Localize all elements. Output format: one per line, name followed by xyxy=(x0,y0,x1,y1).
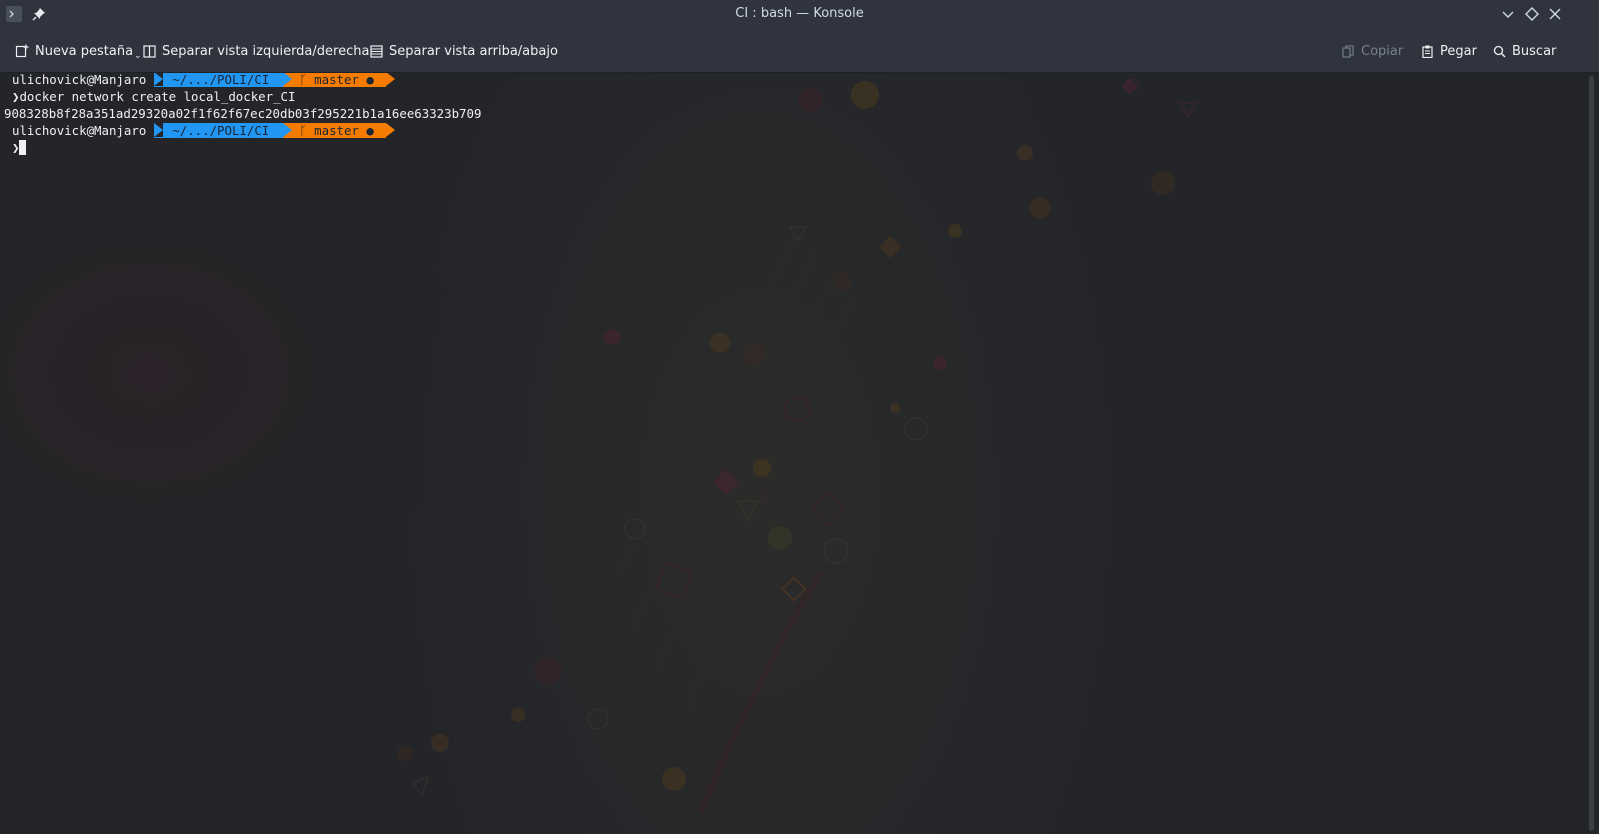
new-tab-button[interactable]: Nueva pestaña ⌄ xyxy=(15,41,142,61)
new-tab-label: Nueva pestaña xyxy=(35,43,134,59)
search-icon xyxy=(1493,45,1506,57)
diamond-icon[interactable] xyxy=(1524,6,1540,22)
split-vertical-icon xyxy=(143,44,156,58)
find-label: Buscar xyxy=(1512,43,1557,59)
terminal-view[interactable]: ulichovick@Manjaro ~/.../POLI/CI ᚴ maste… xyxy=(0,73,1585,834)
input-prompt: ❯ xyxy=(12,140,20,155)
prompt-line: ulichovick@Manjaro ~/.../POLI/CI ᚴ maste… xyxy=(4,122,481,139)
copy-button[interactable]: Copiar xyxy=(1342,41,1403,61)
split-top-bottom-label: Separar vista arriba/abajo xyxy=(389,43,558,59)
input-line[interactable]: ❯ xyxy=(4,139,481,156)
prompt-path-segment: ~/.../POLI/CI xyxy=(154,123,284,138)
chevron-down-icon: ⌄ xyxy=(134,51,142,61)
text-cursor xyxy=(19,140,27,155)
title-bar: CI : bash — Konsole xyxy=(0,0,1599,28)
copy-icon xyxy=(1342,44,1354,58)
command-text: ❯docker network create local_docker_CI xyxy=(12,89,296,104)
output-line: 908328b8f28a351ad29320a02f1f62f67ec20db0… xyxy=(4,105,481,122)
paste-label: Pegar xyxy=(1440,43,1477,59)
wallpaper-decoration xyxy=(397,77,1198,815)
terminal-scrollbar[interactable] xyxy=(1585,73,1599,834)
prompt-path-segment: ~/.../POLI/CI xyxy=(154,73,284,87)
prompt-git-segment: ᚴ master ● xyxy=(283,73,395,87)
window-title: CI : bash — Konsole xyxy=(735,6,864,21)
split-horizontal-icon xyxy=(370,44,383,58)
prompt-user: ulichovick@Manjaro xyxy=(12,73,147,87)
scrollbar-thumb[interactable] xyxy=(1589,76,1594,831)
split-left-right-label: Separar vista izquierda/derecha xyxy=(162,43,370,59)
terminal-output: ulichovick@Manjaro ~/.../POLI/CI ᚴ maste… xyxy=(4,73,481,156)
split-left-right-button[interactable]: Separar vista izquierda/derecha xyxy=(143,41,369,61)
prompt-line: ulichovick@Manjaro ~/.../POLI/CI ᚴ maste… xyxy=(4,73,481,88)
copy-label: Copiar xyxy=(1361,43,1404,59)
toolbar: Nueva pestaña ⌄ Separar vista izquierda/… xyxy=(0,28,1599,73)
new-tab-icon xyxy=(15,44,29,58)
close-icon[interactable] xyxy=(1547,6,1563,22)
output-text: 908328b8f28a351ad29320a02f1f62f67ec20db0… xyxy=(4,106,482,121)
chevron-down-icon[interactable] xyxy=(1500,6,1516,22)
command-line: ❯docker network create local_docker_CI xyxy=(4,88,481,105)
prompt-user: ulichovick@Manjaro xyxy=(12,123,147,138)
find-button[interactable]: Buscar xyxy=(1493,41,1556,61)
paste-icon xyxy=(1422,45,1433,58)
prompt-git-segment: ᚴ master ● xyxy=(283,123,395,138)
split-top-bottom-button[interactable]: Separar vista arriba/abajo xyxy=(370,41,558,61)
paste-button[interactable]: Pegar xyxy=(1421,41,1477,61)
